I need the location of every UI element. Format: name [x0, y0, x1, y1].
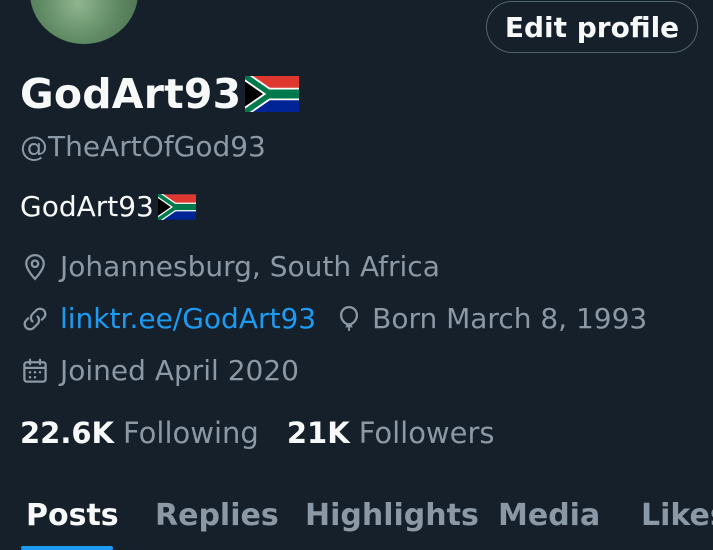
south-africa-flag-icon	[157, 193, 196, 220]
bio: GodArt93	[20, 190, 196, 223]
south-africa-flag-icon	[245, 76, 300, 112]
following-count: 22.6K	[20, 416, 115, 450]
tab-posts[interactable]: Posts	[26, 498, 119, 533]
followers-count: 21K	[286, 416, 350, 450]
location-pin-icon	[25, 253, 45, 280]
joined-row: Joined April 2020	[20, 354, 299, 387]
username-handle: @TheArtOfGod93	[20, 130, 266, 163]
location-row: Johannesburg, South Africa	[20, 250, 440, 283]
bio-text: GodArt93	[20, 190, 154, 223]
balloon-icon	[340, 305, 359, 331]
birthday-text: Born March 8, 1993	[372, 302, 648, 335]
joined-text: Joined April 2020	[60, 354, 299, 387]
location-text: Johannesburg, South Africa	[60, 250, 440, 283]
followers-link[interactable]: 21K Followers	[287, 416, 523, 450]
website-link[interactable]: linktr.ee/GodArt93	[60, 302, 316, 335]
tab-media[interactable]: Media	[498, 498, 600, 533]
link-icon	[23, 307, 47, 330]
link-birthday-row: linktr.ee/GodArt93 Born March 8, 1993	[20, 302, 647, 335]
display-name: GodArt93	[20, 70, 242, 118]
tab-replies[interactable]: Replies	[155, 498, 279, 533]
avatar[interactable]	[28, 0, 140, 46]
following-label: Following	[123, 416, 259, 450]
display-name-row: GodArt93	[20, 70, 300, 118]
profile-tabs: Posts Replies Highlights Media Likes	[0, 490, 713, 550]
calendar-icon	[23, 358, 47, 383]
tab-likes[interactable]: Likes	[641, 498, 713, 533]
active-tab-indicator	[21, 546, 113, 550]
follow-stats: 22.6K Following 21K Followers	[20, 416, 523, 450]
edit-profile-button[interactable]: Edit profile	[486, 1, 698, 53]
following-link[interactable]: 22.6K Following	[20, 416, 287, 450]
followers-label: Followers	[358, 416, 495, 450]
tab-highlights[interactable]: Highlights	[305, 498, 479, 533]
